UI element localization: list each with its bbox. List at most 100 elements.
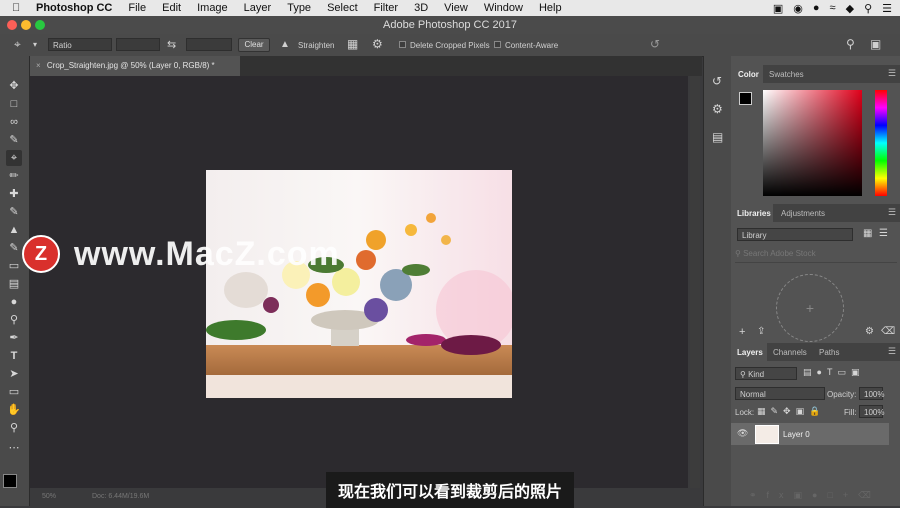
document-tab[interactable]: × Crop_Straighten.jpg @ 50% (Layer 0, RG… bbox=[30, 56, 240, 76]
visibility-eye-icon[interactable]: 👁 bbox=[737, 428, 748, 439]
color-field[interactable] bbox=[763, 90, 862, 196]
tab-channels[interactable]: Channels bbox=[773, 348, 807, 357]
width-field[interactable] bbox=[116, 38, 160, 51]
layer-row[interactable]: 👁 Layer 0 bbox=[731, 423, 889, 445]
preset-chevron-icon[interactable]: ▾ bbox=[33, 40, 37, 49]
blend-mode-select[interactable]: Normal bbox=[735, 387, 825, 400]
tab-swatches[interactable]: Swatches bbox=[769, 70, 804, 79]
display-icon[interactable]: ▣ bbox=[773, 2, 783, 15]
quick-select-tool-icon[interactable]: ✎ bbox=[6, 132, 22, 148]
menu-file[interactable]: File bbox=[120, 2, 154, 14]
foreground-swatch[interactable] bbox=[739, 92, 752, 105]
brush-tool-icon[interactable]: ✎ bbox=[6, 204, 22, 220]
adjustments-panel-icon[interactable]: ▤ bbox=[712, 130, 723, 144]
menu-image[interactable]: Image bbox=[189, 2, 236, 14]
lock-icons[interactable]: ▦✎✥▣🔒 bbox=[757, 406, 825, 417]
height-field[interactable] bbox=[186, 38, 232, 51]
type-tool-icon[interactable]: T bbox=[6, 348, 22, 364]
apple-icon[interactable]:  bbox=[12, 2, 26, 14]
straighten-icon[interactable]: ▲ bbox=[280, 39, 290, 50]
tab-layers[interactable]: Layers bbox=[737, 348, 763, 357]
layer-filter-kind[interactable]: ⚲ Kind bbox=[735, 367, 797, 380]
close-window-button[interactable] bbox=[7, 20, 17, 30]
gradient-tool-icon[interactable]: ▤ bbox=[6, 276, 22, 292]
wifi-icon[interactable]: ≈ bbox=[830, 2, 836, 14]
more-tools-icon[interactable]: ⋯ bbox=[6, 440, 22, 456]
menu-layer[interactable]: Layer bbox=[236, 2, 280, 14]
menu-window[interactable]: Window bbox=[476, 2, 531, 14]
layer-filter-icons[interactable]: ▤●T▭▣ bbox=[803, 367, 864, 378]
ratio-select[interactable]: Ratio bbox=[48, 38, 112, 51]
grid-overlay-icon[interactable]: ▦ bbox=[347, 37, 358, 51]
path-select-tool-icon[interactable]: ➤ bbox=[6, 366, 22, 382]
eyedropper-tool-icon[interactable]: ✏ bbox=[6, 168, 22, 184]
fill-field[interactable]: 100% bbox=[859, 405, 884, 418]
menu-filter[interactable]: Filter bbox=[366, 2, 406, 14]
spotlight-icon[interactable]: ⚲ bbox=[864, 2, 872, 15]
opacity-field[interactable]: 100% bbox=[859, 387, 884, 400]
upload-icon[interactable]: ⇪ bbox=[757, 326, 765, 337]
add-library-item-button[interactable]: + bbox=[776, 274, 844, 342]
menu-3d[interactable]: 3D bbox=[406, 2, 436, 14]
reset-icon[interactable]: ↺ bbox=[650, 37, 660, 51]
marquee-tool-icon[interactable]: □ bbox=[6, 96, 22, 112]
list-icon[interactable]: ☰ bbox=[882, 2, 892, 15]
menu-help[interactable]: Help bbox=[531, 2, 570, 14]
clone-stamp-tool-icon[interactable]: ▲ bbox=[6, 222, 22, 238]
dodge-tool-icon[interactable]: ⚲ bbox=[6, 312, 22, 328]
workspace-icon[interactable]: ▣ bbox=[870, 37, 881, 51]
zoom-window-button[interactable] bbox=[35, 20, 45, 30]
healing-brush-tool-icon[interactable]: ✚ bbox=[6, 186, 22, 202]
list-view-icon[interactable]: ☰ bbox=[879, 228, 888, 239]
menu-select[interactable]: Select bbox=[319, 2, 366, 14]
zoom-tool-icon[interactable]: ⚲ bbox=[6, 420, 22, 436]
color-panel-tabbar: Color Swatches ☰ bbox=[731, 65, 900, 83]
library-select[interactable]: Library bbox=[737, 228, 853, 241]
creative-cloud-icon[interactable]: ● bbox=[813, 2, 820, 14]
hue-slider[interactable] bbox=[875, 90, 887, 196]
color-panel-menu-icon[interactable]: ☰ bbox=[888, 68, 896, 79]
tab-color[interactable]: Color bbox=[738, 70, 759, 79]
hand-tool-icon[interactable]: ✋ bbox=[6, 402, 22, 418]
blur-tool-icon[interactable]: ● bbox=[6, 294, 22, 310]
crop-preset-icon[interactable]: ⌖ bbox=[14, 37, 21, 52]
swap-icon[interactable]: ⇆ bbox=[167, 38, 176, 51]
cc-sync-icon[interactable]: ⚙ bbox=[865, 326, 874, 337]
eraser-tool-icon[interactable]: ▭ bbox=[6, 258, 22, 274]
tab-adjustments[interactable]: Adjustments bbox=[781, 209, 825, 218]
shape-tool-icon[interactable]: ▭ bbox=[6, 384, 22, 400]
clear-button[interactable]: Clear bbox=[238, 38, 270, 52]
library-trash-icon[interactable]: ⌫ bbox=[881, 326, 895, 337]
tab-paths[interactable]: Paths bbox=[819, 348, 839, 357]
content-aware-checkbox[interactable] bbox=[494, 41, 501, 48]
close-tab-icon[interactable]: × bbox=[36, 61, 41, 70]
add-content-icon[interactable]: + bbox=[739, 326, 745, 338]
lasso-tool-icon[interactable]: ∞ bbox=[6, 114, 22, 130]
menu-edit[interactable]: Edit bbox=[154, 2, 189, 14]
history-panel-icon[interactable]: ↺ bbox=[712, 74, 722, 88]
grid-view-icon[interactable]: ▦ bbox=[863, 228, 872, 239]
vertical-scrollbar[interactable] bbox=[690, 76, 700, 488]
move-tool-icon[interactable]: ✥ bbox=[6, 78, 22, 94]
app-menu[interactable]: Photoshop CC bbox=[34, 2, 120, 14]
crop-tool-icon[interactable]: ⌖ bbox=[6, 150, 22, 166]
history-brush-tool-icon[interactable]: ✎ bbox=[6, 240, 22, 256]
search-icon[interactable]: ⚲ bbox=[846, 37, 855, 51]
screen-record-icon[interactable]: ◉ bbox=[793, 2, 803, 15]
cropped-photo[interactable] bbox=[206, 170, 512, 398]
libraries-panel-menu-icon[interactable]: ☰ bbox=[888, 207, 896, 218]
dropbox-icon[interactable]: ◆ bbox=[846, 2, 854, 15]
minimize-window-button[interactable] bbox=[21, 20, 31, 30]
layer-name[interactable]: Layer 0 bbox=[783, 430, 810, 439]
layers-panel-menu-icon[interactable]: ☰ bbox=[888, 346, 896, 357]
delete-cropped-checkbox[interactable] bbox=[399, 41, 406, 48]
properties-panel-icon[interactable]: ⚙ bbox=[712, 102, 723, 116]
tab-libraries[interactable]: Libraries bbox=[737, 209, 771, 218]
collapsed-panel-strip: ↺ ⚙ ▤ bbox=[703, 56, 731, 506]
pen-tool-icon[interactable]: ✒ bbox=[6, 330, 22, 346]
straighten-label[interactable]: Straighten bbox=[298, 41, 334, 50]
menu-view[interactable]: View bbox=[436, 2, 476, 14]
gear-icon[interactable]: ⚙ bbox=[372, 37, 383, 51]
stock-search-field[interactable]: ⚲ Search Adobe Stock bbox=[735, 249, 897, 263]
menu-type[interactable]: Type bbox=[279, 2, 319, 14]
